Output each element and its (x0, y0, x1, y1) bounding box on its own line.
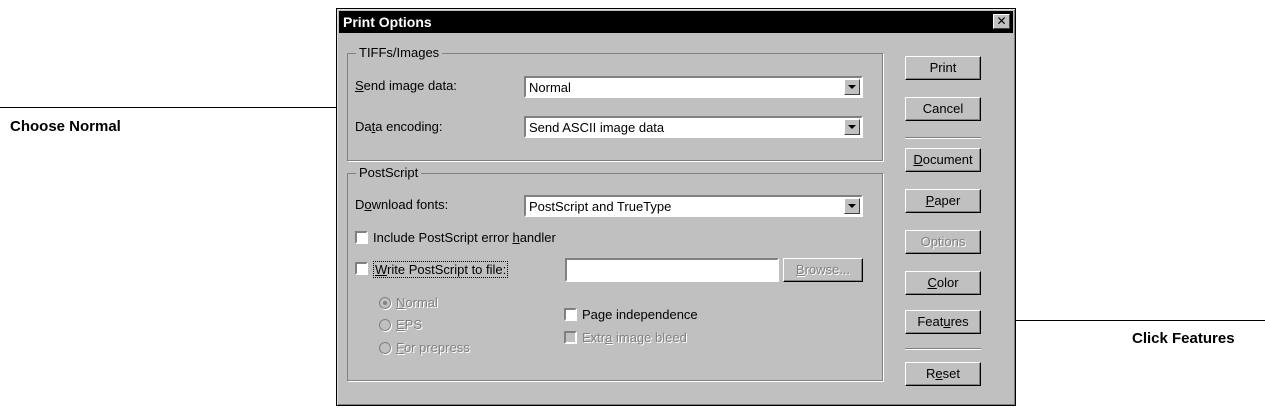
page-independence-checkbox[interactable] (564, 308, 577, 321)
annotation-choose-normal: Choose Normal (10, 118, 121, 135)
data-encoding-select[interactable]: Send ASCII image data (524, 116, 863, 138)
send-image-data-value: Normal (529, 80, 571, 95)
write-to-file-checkbox[interactable] (355, 262, 368, 275)
radio-prepress-label: For prepress (396, 340, 470, 355)
extra-image-bleed-label: Extra image bleed (582, 330, 687, 345)
write-to-file-label: Write PostScript to file: (373, 261, 509, 278)
cancel-button[interactable]: Cancel (905, 97, 981, 121)
document-button[interactable]: Document (905, 148, 981, 172)
send-image-data-select[interactable]: Normal (524, 76, 863, 98)
download-fonts-value: PostScript and TrueType (529, 199, 672, 214)
chevron-down-icon[interactable] (844, 79, 860, 95)
separator (905, 137, 981, 139)
chevron-down-icon[interactable] (844, 119, 860, 135)
download-fonts-select[interactable]: PostScript and TrueType (524, 195, 863, 217)
page-independence-label: Page independence (582, 307, 698, 322)
radio-normal-label: Normal (396, 295, 438, 310)
annotation-click-features: Click Features (1132, 330, 1235, 347)
separator (905, 348, 981, 350)
features-button[interactable]: Features (905, 310, 981, 334)
include-error-handler-checkbox[interactable] (355, 231, 368, 244)
click-features-leader-line (985, 320, 1265, 321)
print-button[interactable]: Print (905, 56, 981, 80)
send-image-data-label: Send image data: (355, 78, 457, 93)
paper-button[interactable]: Paper (905, 189, 981, 213)
radio-eps[interactable] (379, 319, 391, 331)
include-error-handler-label: Include PostScript error handler (373, 230, 556, 245)
radio-normal[interactable] (379, 297, 391, 309)
radio-prepress[interactable] (379, 342, 391, 354)
file-path-input[interactable] (565, 258, 779, 282)
download-fonts-label: Download fonts: (355, 197, 449, 212)
radio-eps-label: EPS (396, 317, 423, 332)
reset-button[interactable]: Reset (905, 362, 981, 386)
tiffs-group-label: TIFFs/Images (356, 45, 443, 60)
print-options-dialog: Print Options ✕ TIFFs/Images Send image … (336, 8, 1016, 406)
tiffs-images-group: TIFFs/Images (347, 45, 883, 161)
color-button[interactable]: Color (905, 271, 981, 295)
extra-image-bleed-checkbox[interactable] (564, 331, 577, 344)
chevron-down-icon[interactable] (844, 198, 860, 214)
dialog-title: Print Options (343, 14, 432, 30)
data-encoding-label: Data encoding: (355, 119, 443, 134)
data-encoding-value: Send ASCII image data (529, 120, 665, 135)
options-button[interactable]: Options (905, 230, 981, 254)
browse-button[interactable]: Browse... (783, 258, 863, 282)
title-bar: Print Options ✕ (339, 11, 1013, 33)
close-icon[interactable]: ✕ (993, 14, 1010, 29)
postscript-group-label: PostScript (356, 165, 422, 180)
